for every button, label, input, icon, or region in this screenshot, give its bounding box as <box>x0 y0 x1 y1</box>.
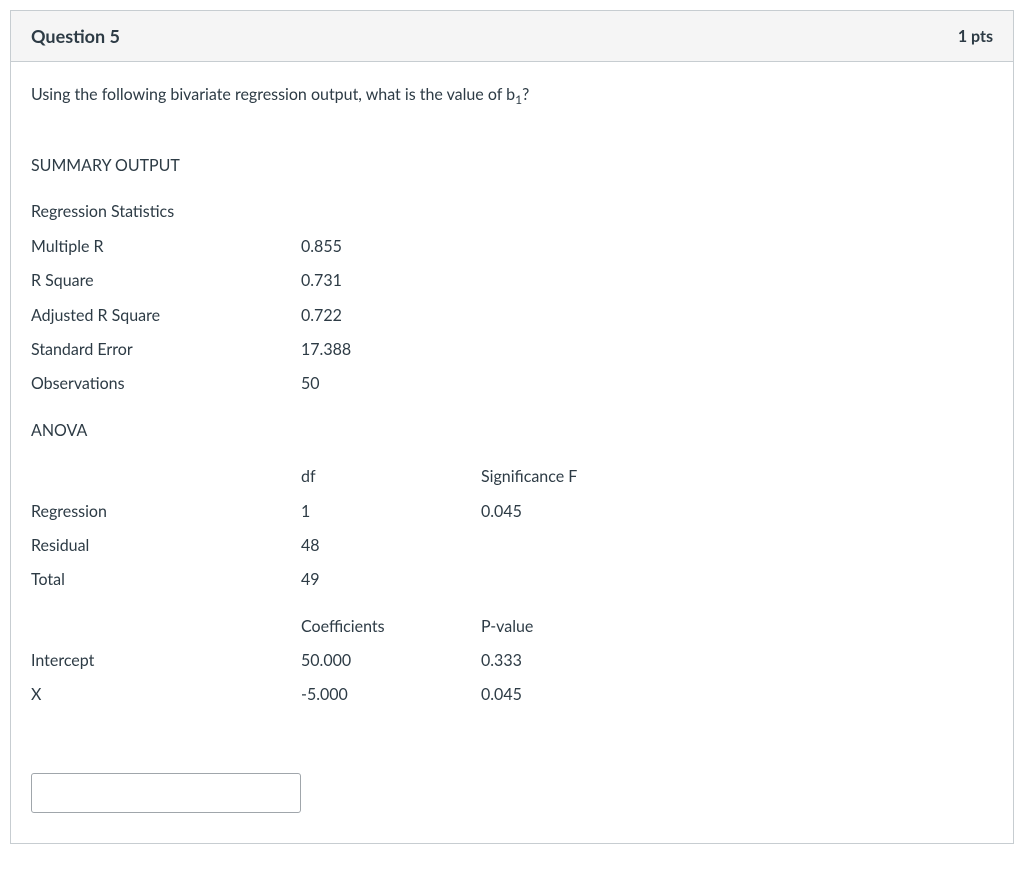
question-card: Question 5 1 pts Using the following biv… <box>10 10 1014 844</box>
table-row: Regression10.045 <box>31 495 681 529</box>
table-row: R Square0.731 <box>31 264 681 298</box>
prompt-text-before: Using the following bivariate regression… <box>31 85 515 104</box>
anova-df: 1 <box>301 495 481 529</box>
regression-stats-header: Regression Statistics <box>31 183 301 229</box>
table-row: dfSignificance F <box>31 448 681 494</box>
table-row: Intercept50.0000.333 <box>31 644 681 678</box>
anova-df: 48 <box>301 529 481 563</box>
stat-label: Adjusted R Square <box>31 299 301 333</box>
table-row: Observations50 <box>31 367 681 401</box>
stat-value: 0.855 <box>301 230 481 264</box>
question-header: Question 5 1 pts <box>11 11 1013 62</box>
question-points: 1 pts <box>958 27 993 46</box>
anova-label: Regression <box>31 495 301 529</box>
anova-header: ANOVA <box>31 402 301 448</box>
anova-sigf: 0.045 <box>481 495 681 529</box>
stat-label: R Square <box>31 264 301 298</box>
question-title: Question 5 <box>31 25 120 47</box>
table-row: Multiple R0.855 <box>31 230 681 264</box>
question-prompt: Using the following bivariate regression… <box>31 84 993 109</box>
table-row: X-5.0000.045 <box>31 678 681 712</box>
coef-pval: 0.045 <box>481 678 681 712</box>
anova-col-df: df <box>301 448 481 494</box>
anova-sigf <box>481 563 681 597</box>
stat-label: Multiple R <box>31 230 301 264</box>
stat-label: Standard Error <box>31 333 301 367</box>
anova-col-sigf: Significance F <box>481 448 681 494</box>
summary-output-label: SUMMARY OUTPUT <box>31 149 301 183</box>
table-row: Total49 <box>31 563 681 597</box>
anova-df: 49 <box>301 563 481 597</box>
coef-col-header: Coefficients <box>301 598 481 644</box>
table-row: Standard Error17.388 <box>31 333 681 367</box>
coef-label: X <box>31 678 301 712</box>
answer-input[interactable] <box>31 773 301 813</box>
anova-sigf <box>481 529 681 563</box>
coef-pval: 0.333 <box>481 644 681 678</box>
table-row: CoefficientsP-value <box>31 598 681 644</box>
question-body: Using the following bivariate regression… <box>11 62 1013 843</box>
coef-label: Intercept <box>31 644 301 678</box>
anova-label: Total <box>31 563 301 597</box>
regression-output-table: SUMMARY OUTPUT Regression Statistics Mul… <box>31 149 681 713</box>
anova-label: Residual <box>31 529 301 563</box>
table-row: Residual48 <box>31 529 681 563</box>
coef-value: 50.000 <box>301 644 481 678</box>
stat-value: 50 <box>301 367 481 401</box>
prompt-text-after: ? <box>522 85 529 104</box>
stat-value: 17.388 <box>301 333 481 367</box>
stat-value: 0.731 <box>301 264 481 298</box>
coef-value: -5.000 <box>301 678 481 712</box>
pval-col-header: P-value <box>481 598 681 644</box>
stat-label: Observations <box>31 367 301 401</box>
table-row: Adjusted R Square0.722 <box>31 299 681 333</box>
stat-value: 0.722 <box>301 299 481 333</box>
